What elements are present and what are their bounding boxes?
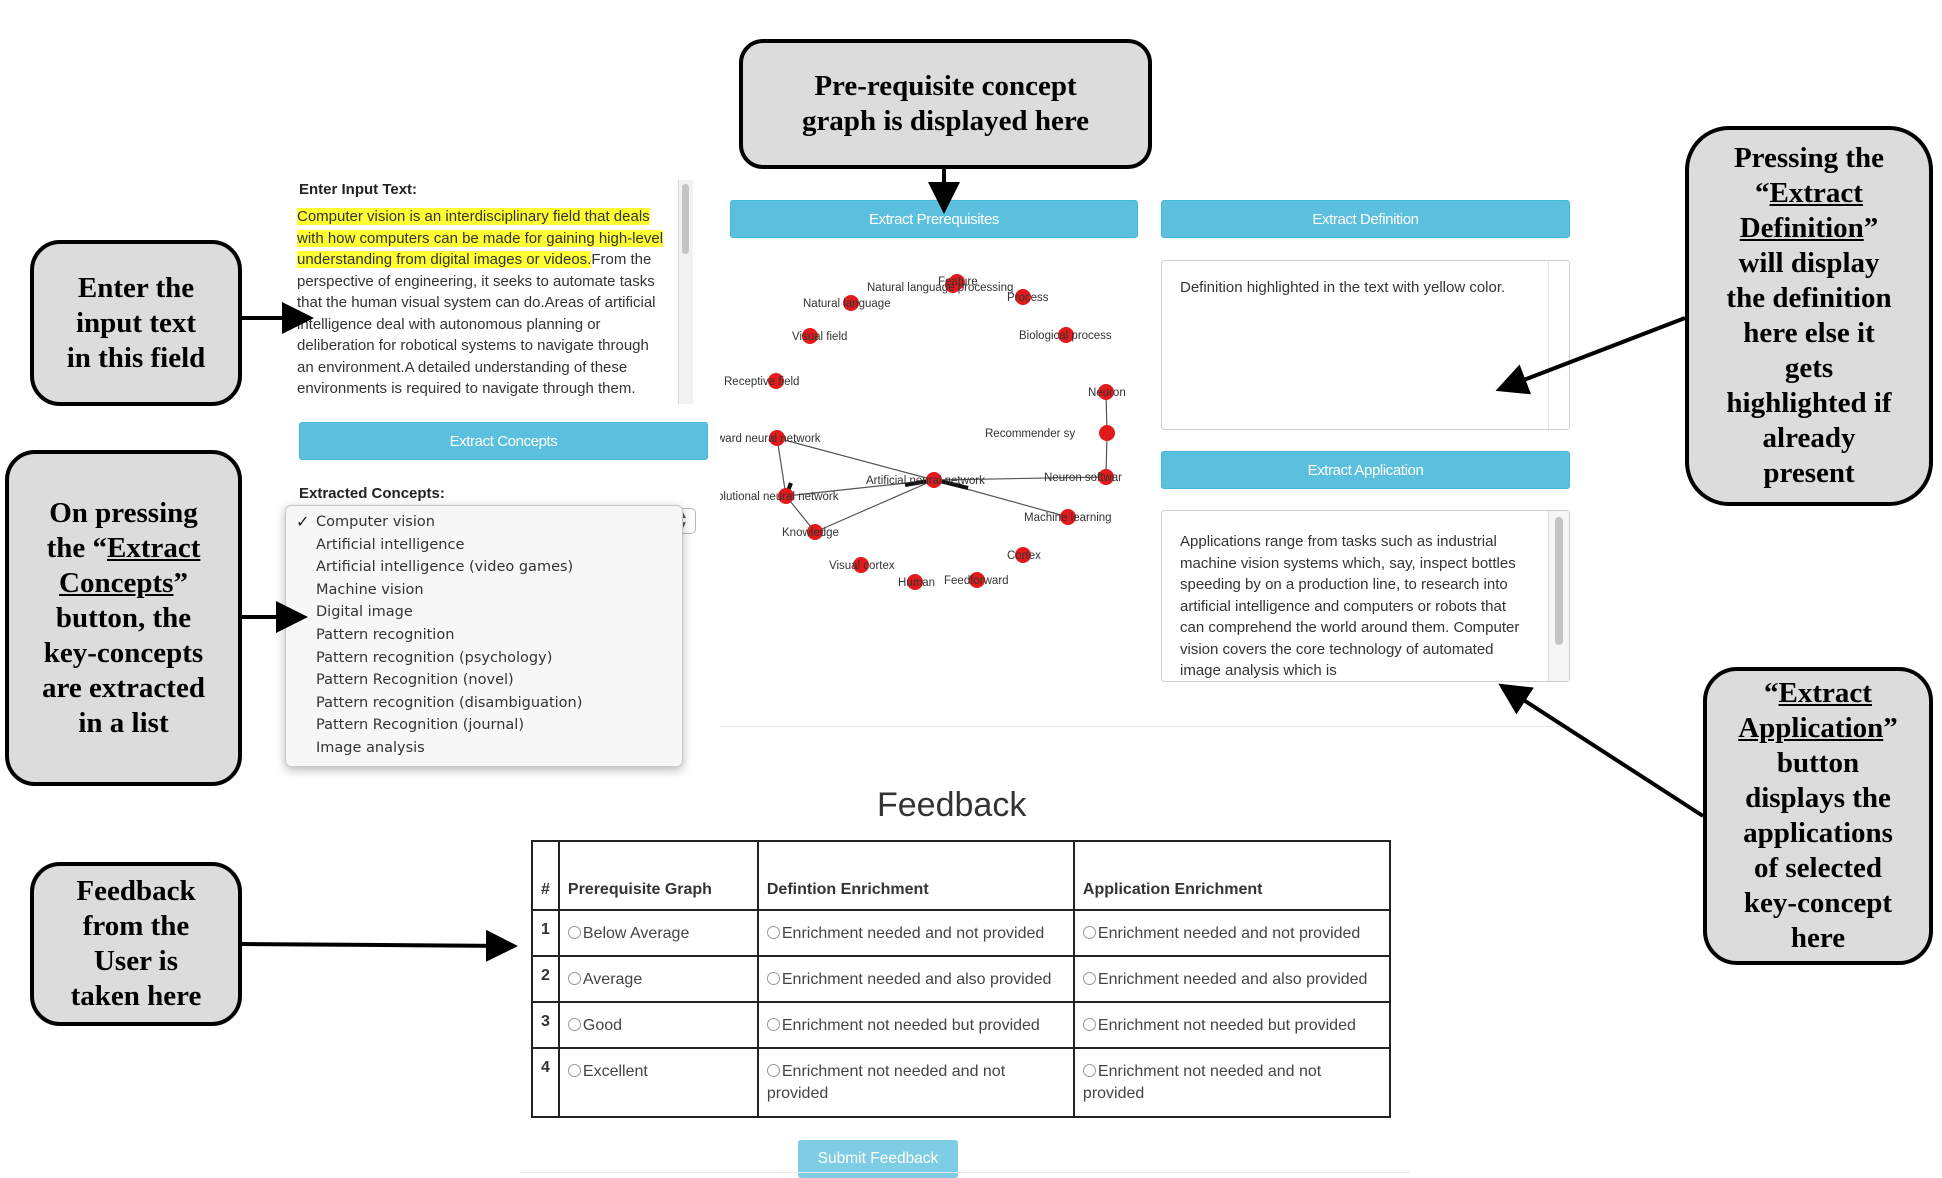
annotation-arrows: [241, 169, 1705, 962]
arrow-to-table: [241, 929, 518, 962]
arrow-to-definition: [1495, 316, 1686, 395]
arrow-to-application: [1498, 683, 1705, 818]
